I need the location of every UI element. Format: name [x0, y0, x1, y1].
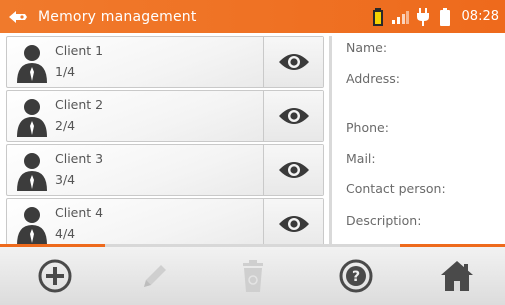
client-details-panel: Name: Address: Phone: Mail: Contact pers… [329, 36, 505, 244]
back-icon[interactable] [0, 0, 36, 33]
eye-icon [278, 216, 309, 232]
view-button[interactable] [263, 91, 323, 141]
mail-label: Mail: [346, 151, 376, 166]
person-icon [17, 207, 47, 245]
phone-label: Phone: [346, 120, 389, 135]
help-button[interactable]: ? [326, 247, 386, 305]
client-entry[interactable]: Client 4 4/4 [7, 199, 263, 249]
home-button[interactable] [427, 247, 487, 305]
list-item[interactable]: Client 1 1/4 [6, 36, 324, 88]
bottom-toolbar: ? [0, 247, 505, 305]
list-item[interactable]: Client 4 4/4 [6, 198, 324, 250]
contact-person-label: Contact person: [346, 181, 446, 196]
name-label: Name: [346, 40, 388, 55]
svg-text:?: ? [352, 269, 360, 285]
list-item[interactable]: Client 2 2/4 [6, 90, 324, 142]
eye-icon [278, 108, 309, 124]
help-icon: ? [339, 259, 373, 293]
client-entry[interactable]: Client 2 2/4 [7, 91, 263, 141]
description-label: Description: [346, 213, 422, 228]
page-title: Memory management [38, 8, 197, 25]
person-icon [17, 45, 47, 83]
client-entry[interactable]: Client 1 1/4 [7, 37, 263, 87]
client-list: Client 1 1/4 Client 2 2/4 Client 3 3/4 C… [6, 36, 324, 252]
address-label: Address: [346, 71, 400, 86]
client-name: Client 3 [55, 151, 104, 166]
plug-icon [412, 0, 434, 33]
eye-icon [278, 162, 309, 178]
client-index: 3/4 [55, 172, 76, 187]
client-index: 4/4 [55, 226, 76, 241]
battery-icon [434, 0, 456, 33]
delete-icon [243, 260, 263, 292]
delete-button[interactable] [223, 247, 283, 305]
edit-icon [144, 265, 166, 287]
eye-icon [278, 54, 309, 70]
client-entry[interactable]: Client 3 3/4 [7, 145, 263, 195]
view-button[interactable] [263, 145, 323, 195]
panel-divider [329, 36, 332, 244]
client-index: 1/4 [55, 64, 76, 79]
client-name: Client 1 [55, 43, 104, 58]
home-icon [441, 261, 473, 291]
view-button[interactable] [263, 199, 323, 249]
person-icon [17, 153, 47, 191]
add-button[interactable] [25, 247, 85, 305]
status-bar: 08:28 [368, 0, 505, 33]
title-bar: Memory management 08:28 [0, 0, 505, 33]
person-icon [17, 99, 47, 137]
battery-status-icon [368, 0, 388, 33]
add-icon [38, 259, 72, 293]
view-button[interactable] [263, 37, 323, 87]
signal-icon [388, 0, 412, 33]
edit-button[interactable] [125, 247, 185, 305]
client-name: Client 4 [55, 205, 104, 220]
list-item[interactable]: Client 3 3/4 [6, 144, 324, 196]
client-name: Client 2 [55, 97, 104, 112]
clock: 08:28 [461, 9, 499, 24]
client-index: 2/4 [55, 118, 76, 133]
